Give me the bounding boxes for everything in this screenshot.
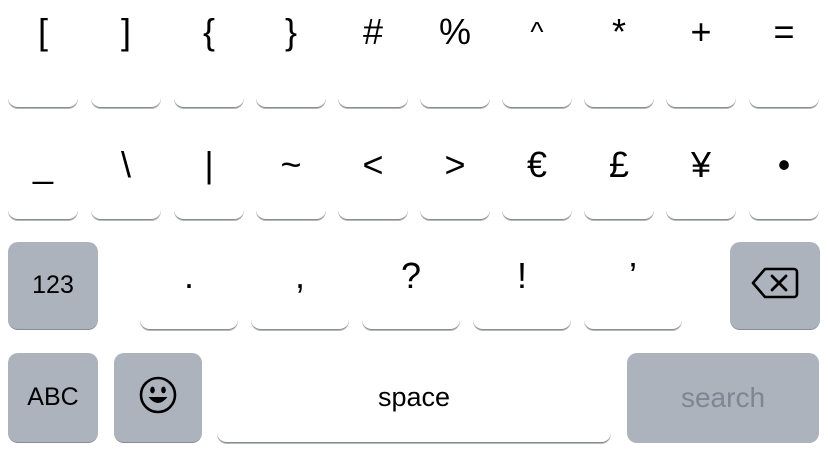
key-left-brace[interactable]: { — [174, 0, 244, 108]
key-label: , — [294, 254, 305, 296]
key-label: € — [526, 143, 548, 185]
key-bullet[interactable]: • — [749, 130, 819, 220]
key-label: ! — [516, 254, 527, 296]
emoji-smiley-icon — [138, 375, 178, 420]
key-label: • — [777, 143, 791, 185]
abc-mode-key[interactable]: ABC — [8, 353, 98, 443]
numbers-mode-label: 123 — [32, 271, 74, 299]
key-label: + — [690, 10, 712, 52]
key-underscore[interactable]: _ — [8, 130, 78, 220]
key-left-bracket[interactable]: [ — [8, 0, 78, 108]
key-less-than[interactable]: < — [338, 130, 408, 220]
key-percent[interactable]: % — [420, 0, 490, 108]
key-label: * — [611, 10, 626, 52]
key-exclamation[interactable]: ! — [473, 242, 571, 330]
key-euro[interactable]: € — [502, 130, 572, 220]
key-apostrophe[interactable]: ’ — [584, 242, 682, 330]
key-label: } — [284, 10, 298, 52]
key-plus[interactable]: + — [666, 0, 736, 108]
key-question[interactable]: ? — [362, 242, 460, 330]
search-label: search — [680, 382, 766, 413]
key-label: £ — [608, 143, 630, 185]
key-label: > — [444, 143, 466, 185]
key-label: ~ — [280, 143, 302, 185]
key-pipe[interactable]: | — [174, 130, 244, 220]
key-label: [ — [37, 10, 48, 52]
key-label: ? — [400, 254, 422, 296]
key-comma[interactable]: , — [251, 242, 349, 330]
emoji-key[interactable] — [114, 353, 202, 443]
key-yen[interactable]: ¥ — [666, 130, 736, 220]
numbers-mode-key[interactable]: 123 — [8, 242, 98, 330]
key-greater-than[interactable]: > — [420, 130, 490, 220]
key-label: . — [183, 254, 194, 296]
space-key[interactable]: space — [217, 353, 611, 443]
key-tilde[interactable]: ~ — [256, 130, 326, 220]
backspace-icon — [751, 266, 799, 305]
search-key[interactable]: search — [627, 353, 819, 443]
key-asterisk[interactable]: * — [584, 0, 654, 108]
delete-key[interactable] — [730, 242, 820, 330]
key-label: | — [204, 143, 214, 185]
key-right-bracket[interactable]: ] — [91, 0, 161, 108]
key-label: { — [202, 10, 216, 52]
key-label: = — [773, 10, 795, 52]
key-pound[interactable]: £ — [584, 130, 654, 220]
key-hash[interactable]: # — [338, 0, 408, 108]
key-label: % — [438, 10, 471, 52]
key-label: _ — [32, 143, 54, 185]
key-label: # — [362, 10, 384, 52]
key-label: ¥ — [690, 143, 712, 185]
key-backslash[interactable]: \ — [91, 130, 161, 220]
abc-mode-label: ABC — [27, 383, 79, 411]
space-label: space — [377, 382, 451, 412]
key-equals[interactable]: = — [749, 0, 819, 108]
key-right-brace[interactable]: } — [256, 0, 326, 108]
key-period[interactable]: . — [140, 242, 238, 330]
key-label: \ — [120, 143, 131, 185]
key-label: ’ — [629, 254, 637, 296]
key-label: < — [362, 143, 384, 185]
key-caret[interactable]: ^ — [502, 0, 572, 108]
key-label: ^ — [530, 15, 544, 47]
key-label: ] — [120, 10, 131, 52]
